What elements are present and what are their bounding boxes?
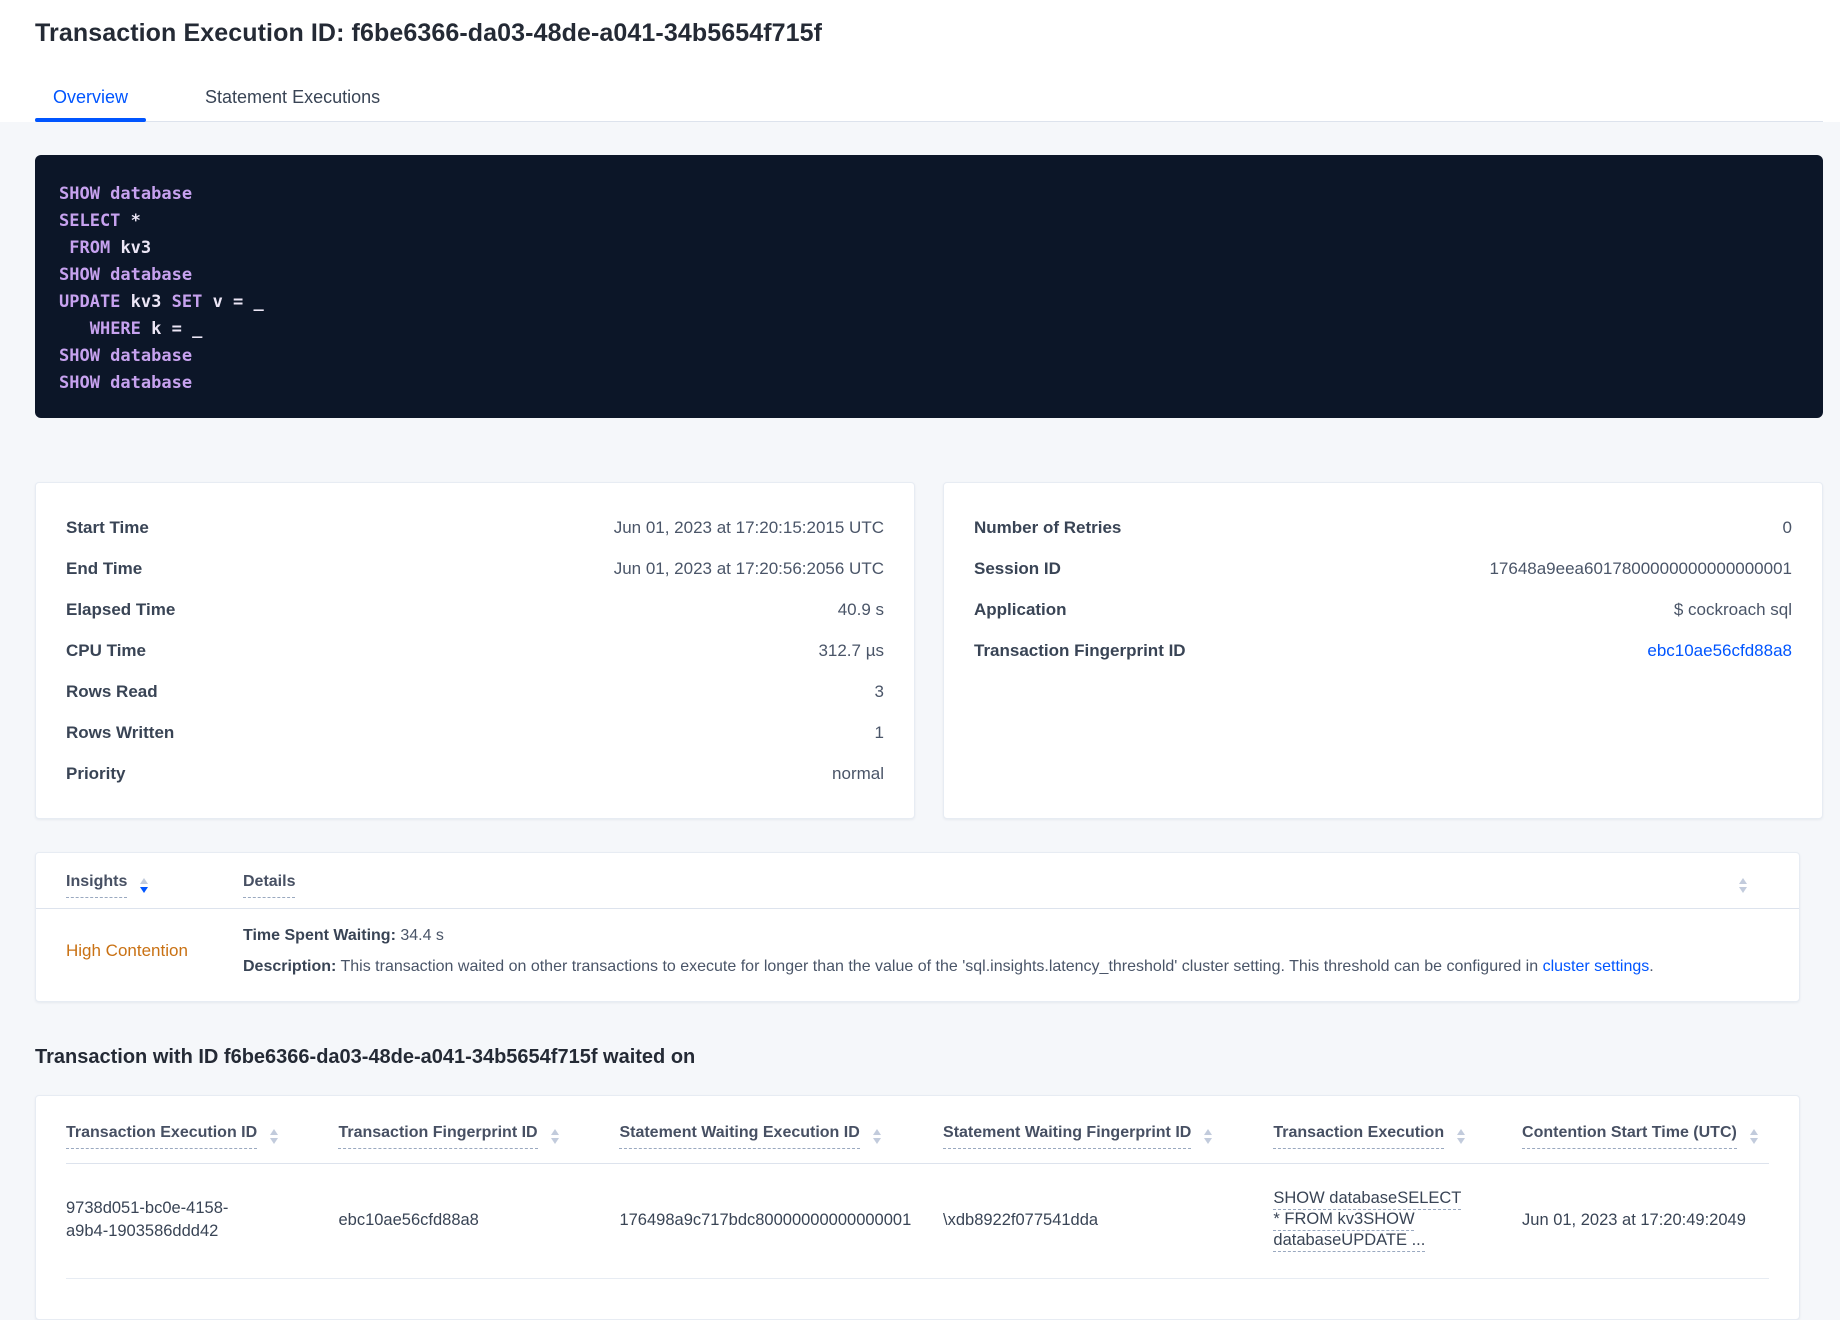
row-label: CPU Time	[66, 640, 146, 660]
details-column-header: Details	[243, 873, 1739, 898]
cell-transaction-execution: SHOW databaseSELECT * FROM kv3SHOW datab…	[1273, 1188, 1522, 1252]
summary-row-priority: Priority normal	[66, 753, 884, 794]
table-sort-control	[1739, 878, 1769, 893]
column-header-statement-waiting-execution-id: Statement Waiting Execution ID	[619, 1124, 943, 1149]
sort-arrows-icon[interactable]	[872, 1129, 881, 1144]
summary-row-retries: Number of Retries 0	[974, 507, 1792, 548]
summary-row-transaction-fingerprint-id: Transaction Fingerprint ID ebc10ae56cfd8…	[974, 630, 1792, 671]
column-sort-label[interactable]: Transaction Fingerprint ID	[338, 1124, 538, 1149]
insights-sort-header[interactable]: Insights	[66, 873, 128, 898]
row-label: Rows Written	[66, 722, 175, 742]
cell-contention-start-time: Jun 01, 2023 at 17:20:49:2049	[1522, 1210, 1746, 1229]
sql-line: SHOW database	[59, 265, 193, 285]
row-label: Session ID	[974, 558, 1061, 578]
summary-row-elapsed-time: Elapsed Time 40.9 s	[66, 589, 884, 630]
sort-arrows-icon[interactable]	[140, 878, 149, 893]
row-label: Application	[974, 599, 1067, 619]
sort-arrows-icon[interactable]	[1204, 1129, 1213, 1144]
insight-type-badge: High Contention	[66, 941, 188, 960]
row-label: Rows Read	[66, 681, 158, 701]
time-spent-waiting-label: Time Spent Waiting:	[243, 927, 396, 944]
row-label: Number of Retries	[974, 517, 1122, 537]
column-sort-label[interactable]: Statement Waiting Execution ID	[619, 1124, 860, 1149]
row-value: Jun 01, 2023 at 17:20:56:2056 UTC	[613, 558, 884, 578]
row-value: 40.9 s	[837, 599, 884, 619]
description-suffix: .	[1649, 958, 1654, 975]
sql-line: SHOW database	[59, 346, 193, 366]
description-label: Description:	[243, 958, 337, 975]
summary-row-cpu-time: CPU Time 312.7 µs	[66, 630, 884, 671]
column-header-transaction-execution: Transaction Execution	[1273, 1124, 1522, 1149]
table-row: 9738d051-bc0e-4158-a9b4-1903586ddd42 ebc…	[66, 1163, 1769, 1279]
row-value: $ cockroach sql	[1673, 599, 1792, 619]
row-value: 0	[1782, 517, 1792, 537]
summary-row-start-time: Start Time Jun 01, 2023 at 17:20:15:2015…	[66, 507, 884, 548]
column-header-contention-start-time: Contention Start Time (UTC)	[1522, 1124, 1769, 1149]
sort-arrows-icon[interactable]	[1739, 878, 1747, 893]
sort-arrows-icon[interactable]	[550, 1129, 559, 1144]
row-label: End Time	[66, 558, 143, 578]
page-title: Transaction Execution ID: f6be6366-da03-…	[35, 19, 823, 47]
sql-line: SELECT *	[59, 211, 141, 231]
page-header: Transaction Execution ID: f6be6366-da03-…	[0, 0, 1840, 122]
column-header-transaction-execution-id: Transaction Execution ID	[66, 1124, 338, 1149]
summary-row-application: Application $ cockroach sql	[974, 589, 1792, 630]
column-sort-label[interactable]: Statement Waiting Fingerprint ID	[943, 1124, 1192, 1149]
description-line: Description: This transaction waited on …	[243, 956, 1769, 977]
row-label: Transaction Fingerprint ID	[974, 640, 1186, 660]
row-label: Start Time	[66, 517, 149, 537]
tab-overview[interactable]: Overview	[35, 78, 147, 122]
insights-card: Insights Details High Contention Time Sp…	[35, 852, 1800, 1002]
row-label: Priority	[66, 763, 126, 783]
column-sort-label[interactable]: Contention Start Time (UTC)	[1522, 1124, 1737, 1149]
sql-line: FROM kv3	[69, 238, 152, 258]
summary-row-session-id: Session ID 17648a9eea6017800000000000000…	[974, 548, 1792, 589]
time-spent-waiting-line: Time Spent Waiting: 34.4 s	[243, 925, 1769, 946]
cell-transaction-fingerprint-id: ebc10ae56cfd88a8	[338, 1210, 479, 1229]
row-value: 3	[874, 681, 884, 701]
transaction-fingerprint-link[interactable]: ebc10ae56cfd88a8	[1647, 641, 1792, 661]
row-value: normal	[832, 763, 884, 783]
insights-table-header: Insights Details	[36, 853, 1799, 908]
column-sort-label[interactable]: Transaction Execution	[1273, 1124, 1445, 1149]
insight-details-cell: Time Spent Waiting: 34.4 s Description: …	[243, 925, 1769, 977]
session-summary-card: Number of Retries 0 Session ID 17648a9ee…	[943, 482, 1823, 819]
sort-arrows-icon[interactable]	[1457, 1129, 1466, 1144]
column-header-transaction-fingerprint-id: Transaction Fingerprint ID	[338, 1124, 619, 1149]
cluster-settings-link[interactable]: cluster settings	[1543, 958, 1650, 975]
row-value: Jun 01, 2023 at 17:20:15:2015 UTC	[613, 517, 884, 537]
time-spent-waiting-value: 34.4 s	[395, 927, 444, 944]
row-value: 1	[874, 722, 884, 742]
waited-on-table-header: Transaction Execution ID Transaction Fin…	[66, 1112, 1769, 1163]
description-text: This transaction waited on other transac…	[336, 958, 1543, 975]
waited-on-table-card: Transaction Execution ID Transaction Fin…	[35, 1095, 1800, 1320]
insight-row: High Contention Time Spent Waiting: 34.4…	[36, 908, 1799, 1001]
sql-line: SHOW database	[59, 184, 193, 204]
cell-statement-waiting-execution-id: 176498a9c717bdc80000000000000001	[619, 1210, 912, 1229]
row-value: 17648a9eea6017800000000000000001	[1489, 558, 1792, 578]
row-value: 312.7 µs	[818, 640, 884, 660]
summary-row-rows-written: Rows Written 1	[66, 712, 884, 753]
sql-statements-box: SHOW database SELECT * FROM kv3 SHOW datab…	[35, 155, 1823, 418]
cell-statement-waiting-fingerprint-id: \xdb8922f077541dda	[943, 1210, 1099, 1229]
summary-cards-row: Start Time Jun 01, 2023 at 17:20:15:2015…	[35, 482, 1823, 819]
details-sort-header[interactable]: Details	[243, 873, 296, 898]
column-header-statement-waiting-fingerprint-id: Statement Waiting Fingerprint ID	[943, 1124, 1273, 1149]
sql-line: WHERE k = _	[89, 319, 203, 339]
sort-arrows-icon[interactable]	[1749, 1129, 1758, 1144]
transaction-execution-statement-link[interactable]: SHOW databaseSELECT * FROM kv3SHOW datab…	[1273, 1188, 1468, 1251]
insights-column-header: Insights	[66, 873, 243, 898]
sql-line: UPDATE kv3 SET v = _	[59, 292, 264, 312]
waited-on-heading: Transaction with ID f6be6366-da03-48de-a…	[35, 1046, 696, 1068]
row-label: Elapsed Time	[66, 599, 176, 619]
sql-line: SHOW database	[59, 373, 193, 393]
column-sort-label[interactable]: Transaction Execution ID	[66, 1124, 258, 1149]
execution-summary-card: Start Time Jun 01, 2023 at 17:20:15:2015…	[35, 482, 915, 819]
sort-arrows-icon[interactable]	[270, 1129, 279, 1144]
tab-statement-executions[interactable]: Statement Executions	[187, 78, 398, 121]
cell-transaction-execution-id: 9738d051-bc0e-4158-a9b4-1903586ddd42	[66, 1199, 229, 1240]
summary-row-rows-read: Rows Read 3	[66, 671, 884, 712]
tabbar: Overview Statement Executions	[35, 78, 1823, 122]
summary-row-end-time: End Time Jun 01, 2023 at 17:20:56:2056 U…	[66, 548, 884, 589]
